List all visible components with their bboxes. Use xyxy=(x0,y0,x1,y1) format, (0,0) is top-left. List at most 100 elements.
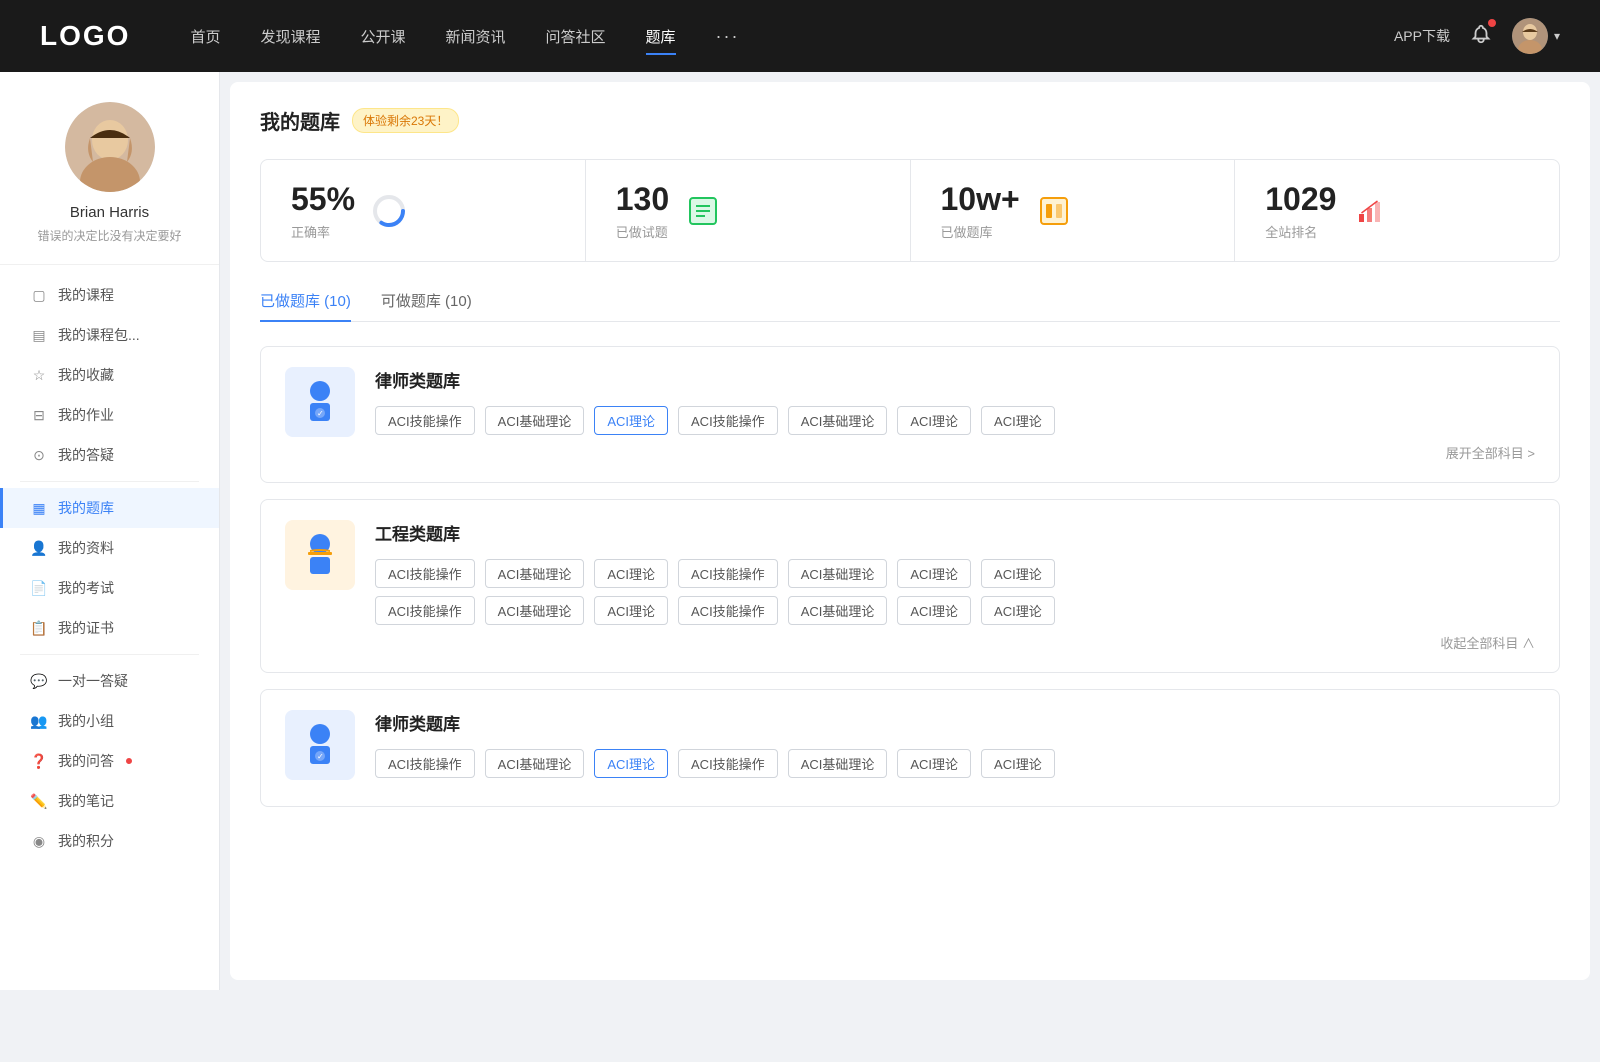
tag-3-3[interactable]: ACI技能操作 xyxy=(678,749,778,778)
tabs: 已做题库 (10) 可做题库 (10) xyxy=(260,290,1560,322)
menu-label: 我的课程 xyxy=(58,285,114,305)
course-icon: ▢ xyxy=(30,286,48,304)
tab-done[interactable]: 已做题库 (10) xyxy=(260,290,351,321)
stats-row: 55% 正确率 130 已做试题 xyxy=(260,159,1560,262)
menu-course-package[interactable]: ▤ 我的课程包... xyxy=(0,315,219,355)
note-icon: ✏️ xyxy=(30,792,48,810)
menu-label: 我的问答 xyxy=(58,751,114,771)
tag-2-12[interactable]: ACI理论 xyxy=(897,596,971,625)
menu-notes[interactable]: ✏️ 我的笔记 xyxy=(0,781,219,821)
main-nav: 首页 发现课程 公开课 新闻资讯 问答社区 题库 ··· xyxy=(190,22,1394,51)
expand-link-1[interactable]: 展开全部科目 > xyxy=(375,443,1535,462)
qa-icon: ❓ xyxy=(30,752,48,770)
header-avatar xyxy=(1512,18,1548,54)
nav-qbank[interactable]: 题库 xyxy=(646,22,676,51)
nav-news[interactable]: 新闻资讯 xyxy=(446,22,506,51)
tag-2-5[interactable]: ACI理论 xyxy=(897,559,971,588)
tag-3-6[interactable]: ACI理论 xyxy=(981,749,1055,778)
app-download-link[interactable]: APP下载 xyxy=(1394,26,1450,46)
tag-3-4[interactable]: ACI基础理论 xyxy=(788,749,888,778)
nav-open-course[interactable]: 公开课 xyxy=(360,22,405,51)
tag-2-6[interactable]: ACI理论 xyxy=(981,559,1055,588)
tag-1-1[interactable]: ACI基础理论 xyxy=(485,406,585,435)
tag-3-1[interactable]: ACI基础理论 xyxy=(485,749,585,778)
menu-qbank[interactable]: ▦ 我的题库 xyxy=(0,488,219,528)
trial-badge: 体验剩余23天！ xyxy=(352,108,459,133)
tag-1-3[interactable]: ACI技能操作 xyxy=(678,406,778,435)
accuracy-pie-icon xyxy=(371,193,407,229)
tag-2-1[interactable]: ACI基础理论 xyxy=(485,559,585,588)
sidebar-avatar-image xyxy=(65,102,155,192)
tag-2-4[interactable]: ACI基础理论 xyxy=(788,559,888,588)
menu-label: 我的小组 xyxy=(58,711,114,731)
tag-2-7[interactable]: ACI技能操作 xyxy=(375,596,475,625)
qbank-content-3: 律师类题库 ACI技能操作 ACI基础理论 ACI理论 ACI技能操作 ACI基… xyxy=(375,710,1535,786)
tag-1-4[interactable]: ACI基础理论 xyxy=(788,406,888,435)
divider2 xyxy=(20,654,199,655)
tag-2-2[interactable]: ACI理论 xyxy=(594,559,668,588)
tag-3-2[interactable]: ACI理论 xyxy=(594,749,668,778)
book-icon xyxy=(1036,193,1072,229)
stat-done-questions: 130 已做试题 xyxy=(586,160,911,261)
tag-1-5[interactable]: ACI理论 xyxy=(897,406,971,435)
menu-cert[interactable]: 📋 我的证书 xyxy=(0,608,219,648)
tag-1-6[interactable]: ACI理论 xyxy=(981,406,1055,435)
tag-3-5[interactable]: ACI理论 xyxy=(897,749,971,778)
user-motto: 错误的决定比没有决定要好 xyxy=(37,227,181,244)
user-avatar-header[interactable]: ▾ xyxy=(1512,18,1560,54)
menu-data[interactable]: 👤 我的资料 xyxy=(0,528,219,568)
tag-2-0[interactable]: ACI技能操作 xyxy=(375,559,475,588)
stat-done-banks-label: 已做题库 xyxy=(941,222,1020,241)
tag-1-0[interactable]: ACI技能操作 xyxy=(375,406,475,435)
main-layout: Brian Harris 错误的决定比没有决定要好 ▢ 我的课程 ▤ 我的课程包… xyxy=(0,72,1600,990)
menu-qa[interactable]: ❓ 我的问答 xyxy=(0,741,219,781)
menu-favorites[interactable]: ☆ 我的收藏 xyxy=(0,355,219,395)
menu-label: 我的资料 xyxy=(58,538,114,558)
menu-label: 我的课程包... xyxy=(58,325,140,345)
notification-bell[interactable] xyxy=(1470,23,1492,50)
menu-group[interactable]: 👥 我的小组 xyxy=(0,701,219,741)
menu-homework[interactable]: ⊟ 我的作业 xyxy=(0,395,219,435)
tags-row-2a: ACI技能操作 ACI基础理论 ACI理论 ACI技能操作 ACI基础理论 AC… xyxy=(375,559,1535,588)
tag-2-11[interactable]: ACI基础理论 xyxy=(788,596,888,625)
tag-1-2[interactable]: ACI理论 xyxy=(594,406,668,435)
tag-2-9[interactable]: ACI理论 xyxy=(594,596,668,625)
tab-available[interactable]: 可做题库 (10) xyxy=(381,290,472,321)
tag-2-3[interactable]: ACI技能操作 xyxy=(678,559,778,588)
page-header: 我的题库 体验剩余23天！ xyxy=(260,106,1560,135)
menu-exam[interactable]: 📄 我的考试 xyxy=(0,568,219,608)
menu-label: 我的笔记 xyxy=(58,791,114,811)
svg-text:✓: ✓ xyxy=(317,752,324,761)
qbank-title-3: 律师类题库 xyxy=(375,710,1535,735)
stat-rank-label: 全站排名 xyxy=(1265,222,1336,241)
menu-answer[interactable]: ⊙ 我的答疑 xyxy=(0,435,219,475)
list-icon xyxy=(685,193,721,229)
tag-2-8[interactable]: ACI基础理论 xyxy=(485,596,585,625)
menu-label: 我的收藏 xyxy=(58,365,114,385)
data-icon: 👤 xyxy=(30,539,48,557)
qbank-title-1: 律师类题库 xyxy=(375,367,1535,392)
qbank-item-lawyer-2: ✓ 律师类题库 ACI技能操作 ACI基础理论 ACI理论 ACI技能操作 AC… xyxy=(260,689,1560,807)
menu-my-course[interactable]: ▢ 我的课程 xyxy=(0,275,219,315)
nav-home[interactable]: 首页 xyxy=(190,22,220,51)
tags-row-1: ACI技能操作 ACI基础理论 ACI理论 ACI技能操作 ACI基础理论 AC… xyxy=(375,406,1535,435)
user-profile: Brian Harris 错误的决定比没有决定要好 xyxy=(0,102,219,265)
menu-label: 我的考试 xyxy=(58,578,114,598)
nav-discover[interactable]: 发现课程 xyxy=(260,22,320,51)
menu-label: 我的题库 xyxy=(58,498,114,518)
collapse-link[interactable]: 收起全部科目 ∧ xyxy=(375,633,1535,652)
menu-label: 我的作业 xyxy=(58,405,114,425)
nav-more[interactable]: ··· xyxy=(716,22,740,51)
tag-3-0[interactable]: ACI技能操作 xyxy=(375,749,475,778)
nav-qa[interactable]: 问答社区 xyxy=(546,22,606,51)
engineer-icon-wrap xyxy=(285,520,355,590)
menu-one-one[interactable]: 💬 一对一答疑 xyxy=(0,661,219,701)
tag-2-13[interactable]: ACI理论 xyxy=(981,596,1055,625)
tag-2-10[interactable]: ACI技能操作 xyxy=(678,596,778,625)
star-icon: ☆ xyxy=(30,366,48,384)
menu-points[interactable]: ◉ 我的积分 xyxy=(0,821,219,861)
sidebar-menu: ▢ 我的课程 ▤ 我的课程包... ☆ 我的收藏 ⊟ 我的作业 ⊙ 我的答疑 ▦ xyxy=(0,265,219,871)
logo: LOGO xyxy=(40,20,130,52)
homework-icon: ⊟ xyxy=(30,406,48,424)
lawyer2-icon: ✓ xyxy=(295,720,345,770)
